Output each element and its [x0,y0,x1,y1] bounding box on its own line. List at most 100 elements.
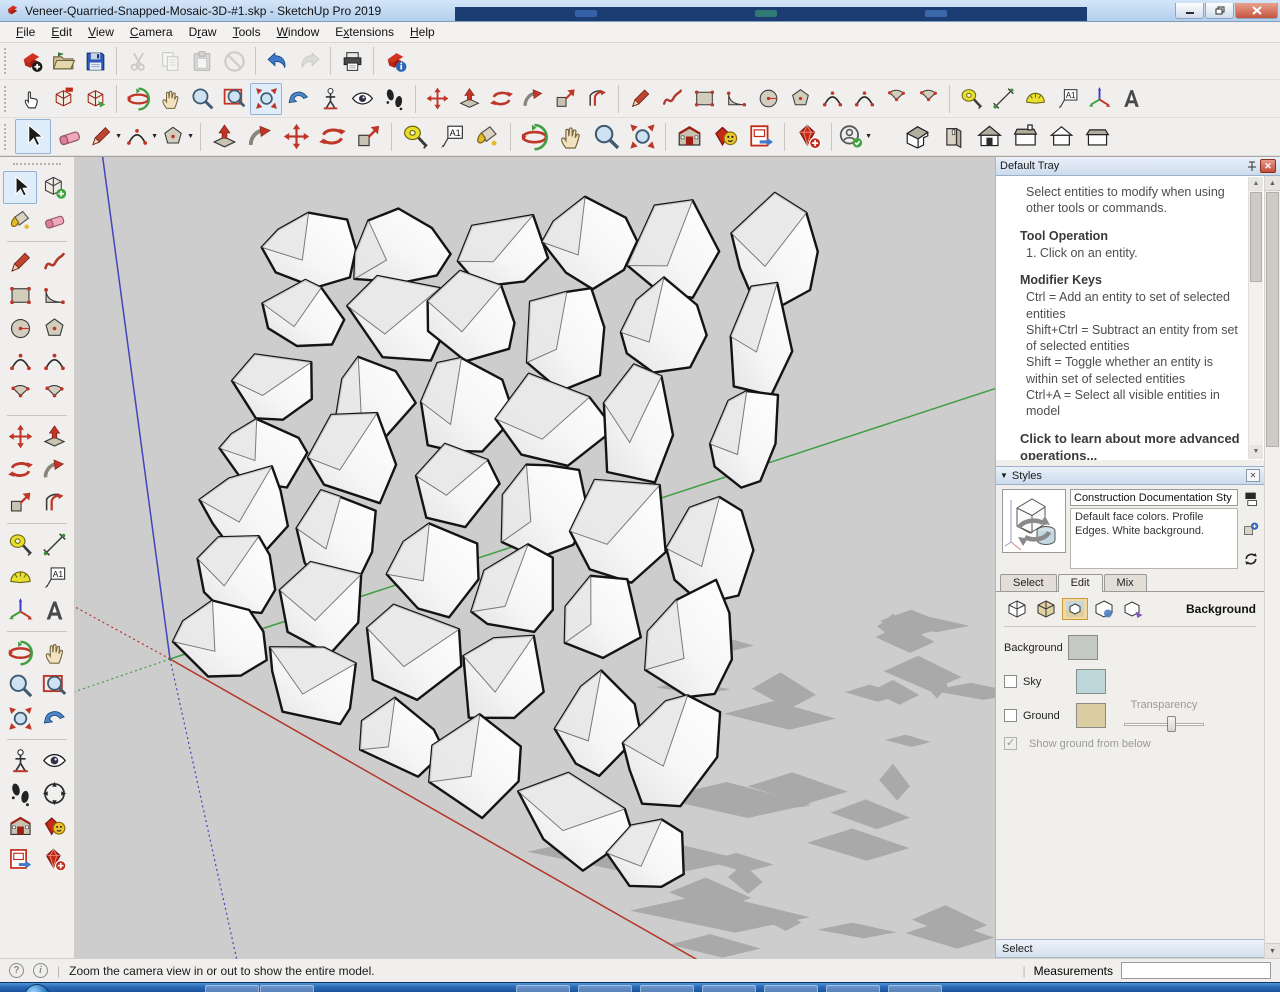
select-button[interactable] [15,119,51,154]
polygon-button[interactable] [37,312,71,345]
zoom-button[interactable] [3,669,37,702]
tape-measure-button[interactable] [397,119,433,154]
taskbar-icon-2[interactable] [260,985,314,992]
look-around-button[interactable] [37,744,71,777]
credits-info-icon[interactable]: i [33,963,48,978]
move-button[interactable] [421,83,453,115]
axes-button[interactable] [3,594,37,627]
zoom-extents-button[interactable] [250,83,282,115]
two-point-arc-button[interactable] [848,83,880,115]
zoom-previous-button[interactable] [37,702,71,735]
toolbar-grip[interactable] [4,48,11,74]
scale-button[interactable] [3,486,37,519]
paint-bucket-button[interactable] [3,204,37,237]
ground-color-swatch[interactable] [1076,703,1106,728]
modeling-settings-button[interactable] [1120,598,1146,620]
freehand-button[interactable] [37,246,71,279]
push-pull-button[interactable] [206,119,242,154]
dimension-button[interactable] [987,83,1019,115]
position-camera-button[interactable] [314,83,346,115]
follow-me-button[interactable] [37,453,71,486]
select-hand-tool-button[interactable] [15,83,47,115]
eraser-button[interactable] [51,119,87,154]
two-point-arc-button[interactable] [3,345,37,378]
menu-help[interactable]: Help [402,23,443,41]
taskbar-icon-7[interactable] [764,985,818,992]
menu-tools[interactable]: Tools [225,23,269,41]
line-button[interactable] [3,246,37,279]
menu-draw[interactable]: Draw [181,23,225,41]
update-style-icon[interactable] [1242,550,1260,568]
menu-file[interactable]: File [8,23,43,41]
component-extension-2-button[interactable] [79,83,111,115]
tray-scrollbar[interactable]: ▲ ▼ [1264,176,1280,958]
zoom-extents-button[interactable] [624,119,660,154]
minimize-button[interactable] [1175,3,1204,19]
style-description[interactable]: Default face colors. Profile Edges. Whit… [1070,508,1238,569]
style-name-input[interactable] [1070,489,1238,506]
circle-button[interactable] [752,83,784,115]
rotated-rectangle-button[interactable] [37,279,71,312]
look-around-button[interactable] [346,83,378,115]
tab-edit[interactable]: Edit [1058,574,1103,592]
move-button[interactable] [3,420,37,453]
transparency-slider[interactable] [1124,715,1204,733]
start-orb-icon[interactable] [24,984,50,992]
taskbar-icon-6[interactable] [702,985,756,992]
walk-button[interactable] [3,777,37,810]
menu-view[interactable]: View [80,23,122,41]
pie-button[interactable] [912,83,944,115]
axes-button[interactable] [1083,83,1115,115]
model-viewport[interactable] [75,157,995,959]
open-button[interactable] [47,45,79,77]
extension-warehouse-button[interactable] [37,810,71,843]
pan-button[interactable] [37,636,71,669]
dropdown-arrow-icon[interactable]: ▼ [151,133,158,140]
styles-section-header[interactable]: ▼ Styles ✕ [996,466,1264,485]
toolbar-grip[interactable] [4,86,11,112]
circle-button[interactable] [3,312,37,345]
3d-warehouse-button[interactable] [671,119,707,154]
taskbar-icon-4[interactable] [578,985,632,992]
create-new-style-icon[interactable] [1242,520,1260,538]
push-pull-button[interactable] [37,420,71,453]
menu-camera[interactable]: Camera [122,23,181,41]
taskbar-icon-8[interactable] [826,985,880,992]
zoom-button[interactable] [588,119,624,154]
style-thumbnail[interactable] [1002,489,1066,553]
orbit-button[interactable] [516,119,552,154]
extension-manager-button[interactable] [37,843,71,876]
zoom-window-button[interactable] [218,83,250,115]
view-back-button[interactable] [1043,119,1079,154]
extension-warehouse-button[interactable] [707,119,743,154]
orbit-button[interactable] [122,83,154,115]
arc-button[interactable] [3,378,37,411]
secondary-pane-icon[interactable] [1242,490,1260,508]
protractor-button[interactable] [1019,83,1051,115]
arcs-button[interactable]: ▼ [123,119,159,154]
scale-button[interactable] [350,119,386,154]
zoom-window-button[interactable] [37,669,71,702]
menu-window[interactable]: Window [269,23,328,41]
polygon-button[interactable] [784,83,816,115]
scale-button[interactable] [549,83,581,115]
scrollbar-thumb[interactable] [1250,192,1262,282]
print-button[interactable] [336,45,368,77]
tape-measure-button[interactable] [3,528,37,561]
stone[interactable] [270,647,356,724]
arc-button[interactable] [816,83,848,115]
rectangle-button[interactable] [688,83,720,115]
rotate-button[interactable] [485,83,517,115]
view-iso-button[interactable] [899,119,935,154]
default-tray-header[interactable]: Default Tray ✕ [996,157,1280,176]
undo-button[interactable] [261,45,293,77]
text-button[interactable]: A1 [37,561,71,594]
view-top-button[interactable] [935,119,971,154]
component-extension-1-button[interactable] [47,83,79,115]
follow-me-button[interactable] [517,83,549,115]
menu-extensions[interactable]: Extensions [327,23,402,41]
tape-measure-button[interactable] [955,83,987,115]
account-button[interactable]: ▼ [837,119,873,154]
view-front-button[interactable] [971,119,1007,154]
3d-text-button[interactable] [37,594,71,627]
